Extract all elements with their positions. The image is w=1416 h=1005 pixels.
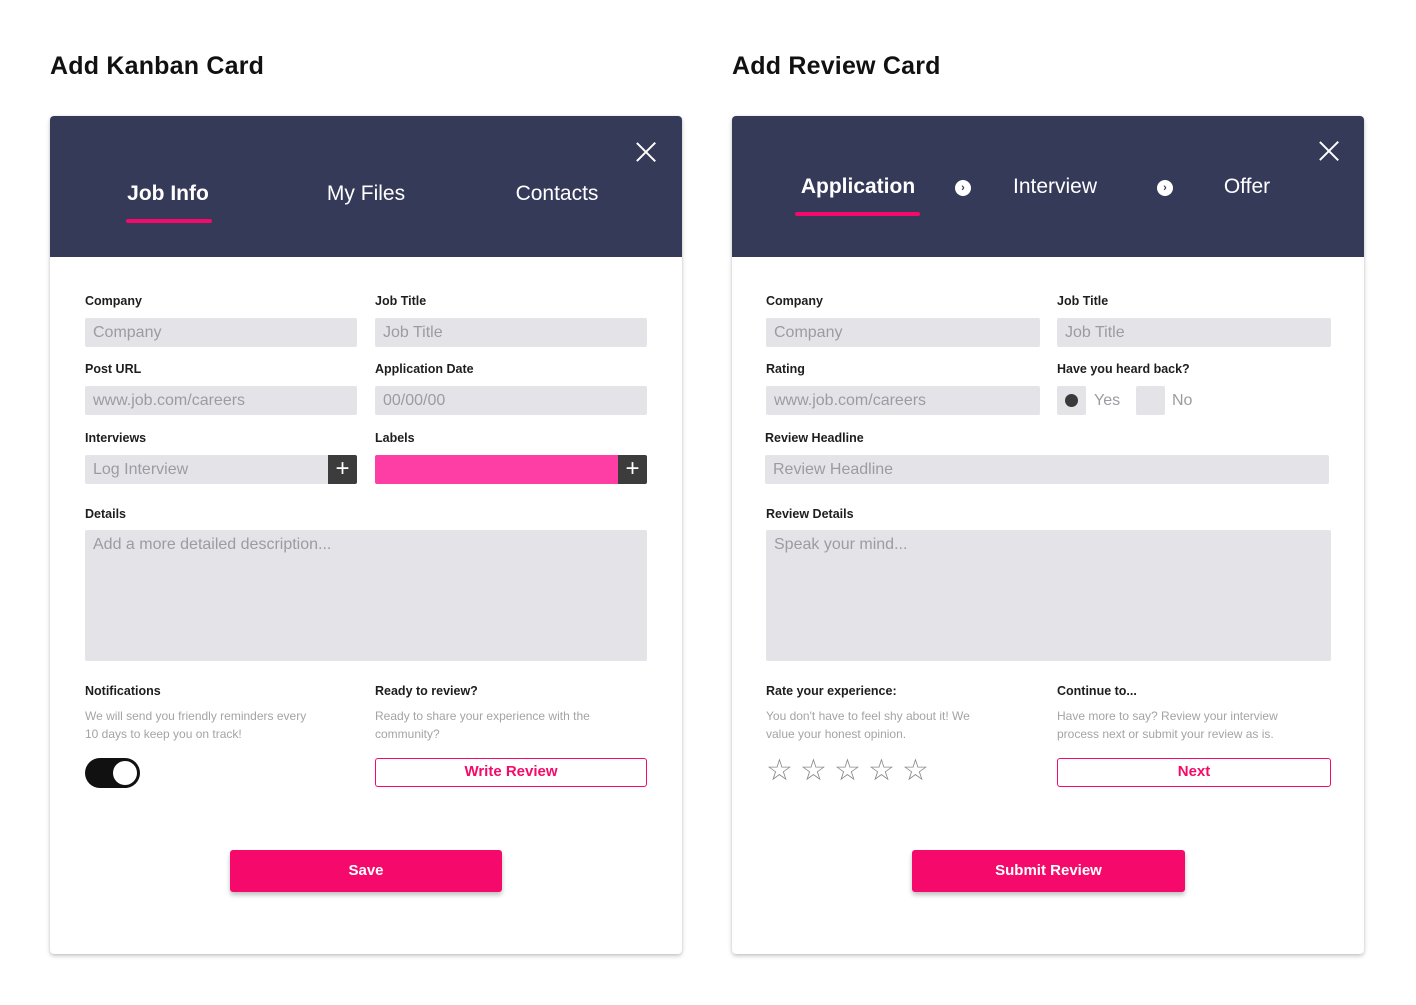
post-url-label: Post URL [85,362,142,376]
rating-input[interactable]: www.job.com/careers [766,386,1040,415]
interviews-label: Interviews [85,431,147,445]
post-url-input[interactable]: www.job.com/careers [85,386,357,415]
review-details-label: Review Details [766,507,854,521]
job-title-label: Job Title [375,294,427,308]
active-step-indicator [795,212,920,216]
kanban-card-header: Job Info My Files Contacts [50,116,682,257]
job-title-input[interactable]: Job Title [375,318,647,347]
details-textarea[interactable]: Add a more detailed description... [85,530,647,661]
write-review-button[interactable]: Write Review [375,758,647,787]
chevron-right-icon: › [955,180,971,196]
no-radio[interactable] [1136,386,1165,415]
star-outline-icon[interactable]: ☆ [834,756,861,786]
yes-radio-label: Yes [1094,392,1121,409]
details-label: Details [85,507,126,521]
application-date-input[interactable]: 00/00/00 [375,386,647,415]
no-radio-label: No [1172,392,1193,409]
job-title-label: Job Title [1057,294,1109,308]
kanban-section-title: Add Kanban Card [50,52,265,80]
continue-to-description: Have more to say? Review your interview … [1057,709,1278,741]
star-outline-icon[interactable]: ☆ [868,756,895,786]
active-tab-indicator [126,219,212,223]
yes-radio[interactable] [1057,386,1086,415]
notifications-toggle[interactable] [85,758,140,788]
star-outline-icon[interactable]: ☆ [800,756,827,786]
log-interview-input[interactable]: Log Interview [85,455,328,484]
company-label: Company [85,294,142,308]
review-details-textarea[interactable]: Speak your mind... [766,530,1331,661]
rate-experience-description: You don't have to feel shy about it! We … [766,709,970,741]
step-application[interactable]: Application [801,175,915,199]
tab-contacts[interactable]: Contacts [516,182,599,206]
chevron-right-icon: › [1157,180,1173,196]
review-section-title: Add Review Card [732,52,941,80]
step-offer[interactable]: Offer [1224,175,1270,199]
review-headline-label: Review Headline [765,431,864,445]
toggle-knob [113,761,137,785]
add-review-card-dialog: Application › Interview › Offer Company … [732,116,1364,954]
star-outline-icon[interactable]: ☆ [902,756,929,786]
notifications-description: We will send you friendly reminders ever… [85,709,307,741]
radio-selected-dot [1065,394,1078,407]
next-button[interactable]: Next [1057,758,1331,787]
ready-to-review-label: Ready to review? [375,684,478,698]
label-color-swatch[interactable] [375,455,618,484]
continue-to-label: Continue to... [1057,684,1137,698]
company-input[interactable]: Company [85,318,357,347]
save-button[interactable]: Save [230,850,502,892]
submit-review-button[interactable]: Submit Review [912,850,1185,892]
add-kanban-card-dialog: Job Info My Files Contacts Company Compa… [50,116,682,954]
step-interview[interactable]: Interview [1013,175,1097,199]
application-date-label: Application Date [375,362,474,376]
close-icon[interactable] [635,141,657,163]
heard-back-label: Have you heard back? [1057,362,1190,376]
add-label-plus-icon[interactable]: + [618,455,647,484]
close-icon[interactable] [1318,140,1340,162]
notifications-label: Notifications [85,684,161,698]
ready-to-review-description: Ready to share your experience with the … [375,709,590,741]
company-label: Company [766,294,823,308]
tab-my-files[interactable]: My Files [327,182,405,206]
rating-label: Rating [766,362,805,376]
job-title-input[interactable]: Job Title [1057,318,1331,347]
review-headline-input[interactable]: Review Headline [765,455,1329,484]
review-card-header: Application › Interview › Offer [732,116,1364,257]
rate-experience-label: Rate your experience: [766,684,897,698]
labels-label: Labels [375,431,415,445]
add-interview-plus-icon[interactable]: + [328,455,357,484]
company-input[interactable]: Company [766,318,1040,347]
star-outline-icon[interactable]: ☆ [766,756,793,786]
tab-job-info[interactable]: Job Info [127,182,209,206]
